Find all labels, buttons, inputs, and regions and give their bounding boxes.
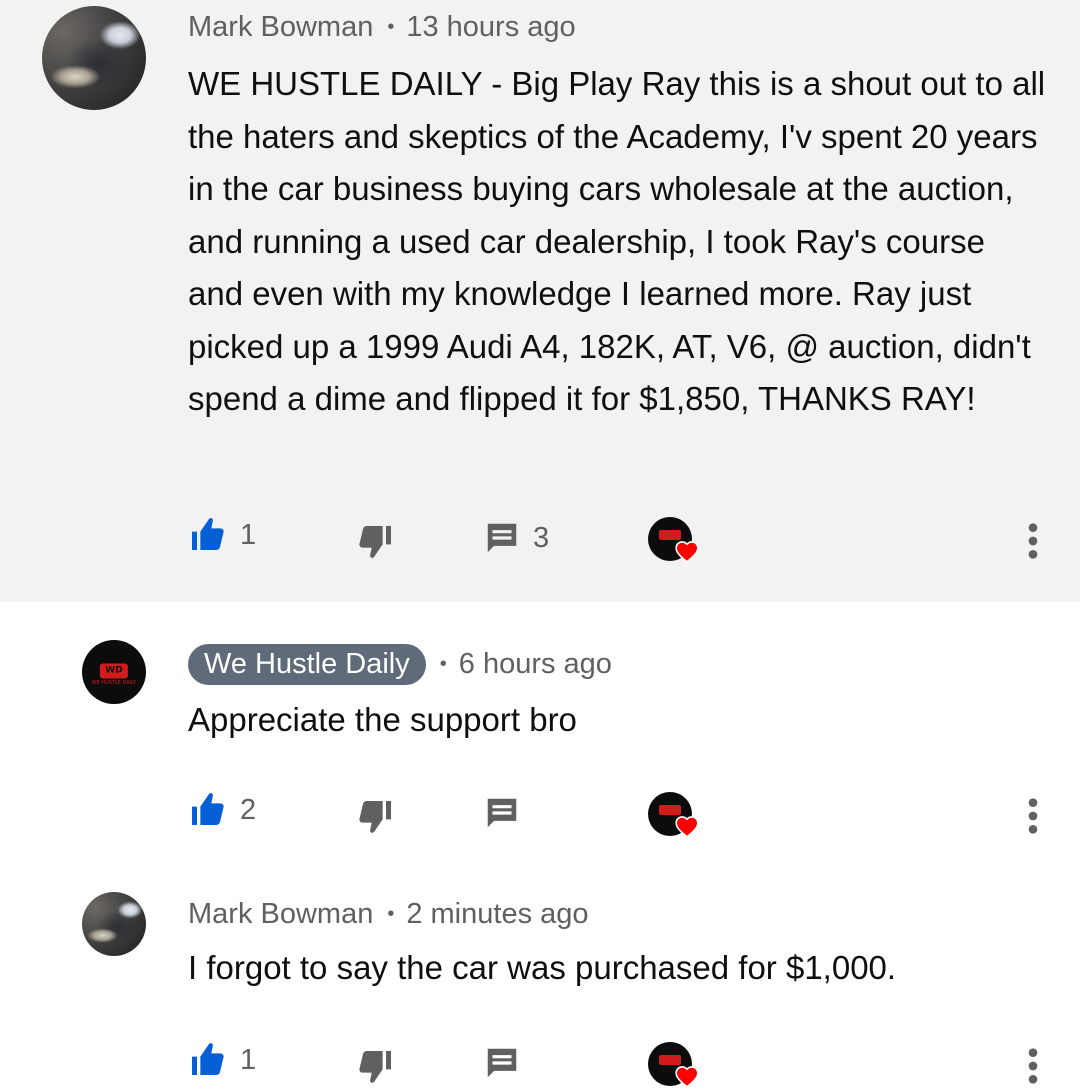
comment-time[interactable]: 13 hours ago <box>406 11 575 44</box>
user-avatar[interactable] <box>82 892 146 956</box>
comment-actions: 1 3 <box>0 515 1080 565</box>
comment-header: Mark Bowman • 2 minutes ago <box>188 896 589 932</box>
channel-avatar[interactable]: WD WE HUSTLE DAILY <box>82 640 146 704</box>
more-options-button[interactable] <box>1020 1046 1046 1086</box>
creator-heart[interactable] <box>648 1042 699 1088</box>
reply-count: 3 <box>533 521 550 554</box>
comment-icon <box>487 798 517 828</box>
heart-icon <box>675 541 699 563</box>
comment-time[interactable]: 6 hours ago <box>459 648 612 681</box>
creator-heart-avatar <box>648 792 699 838</box>
creator-name-chip[interactable]: We Hustle Daily <box>188 643 426 685</box>
comment-icon <box>487 1048 517 1078</box>
reply-button[interactable]: 3 <box>483 519 549 557</box>
heart-icon <box>675 816 699 838</box>
heart-icon <box>675 1066 699 1088</box>
like-button[interactable]: 1 <box>186 515 256 555</box>
dislike-button[interactable] <box>355 521 397 561</box>
comment-actions: 1 <box>0 1040 1080 1090</box>
author-name[interactable]: Mark Bowman <box>188 11 373 44</box>
logo-text: WE HUSTLE DAILY <box>91 679 137 686</box>
comment-reply: Mark Bowman • 2 minutes ago I forgot to … <box>0 870 1080 1088</box>
comment-text: I forgot to say the car was purchased fo… <box>188 949 897 986</box>
like-button[interactable]: 2 <box>186 790 256 830</box>
thumbs-down-icon <box>359 801 391 833</box>
comment-time[interactable]: 2 minutes ago <box>406 898 588 931</box>
thumbs-down-icon <box>359 1051 391 1083</box>
reply-button[interactable] <box>483 1044 521 1082</box>
comment-thread-top: Mark Bowman • 13 hours ago WE HUSTLE DAI… <box>0 0 1080 602</box>
more-options-button[interactable] <box>1020 521 1046 561</box>
creator-heart[interactable] <box>648 517 699 563</box>
comment-reply: WD WE HUSTLE DAILY We Hustle Daily • 6 h… <box>0 602 1080 870</box>
creator-heart-avatar <box>648 1042 699 1088</box>
like-button[interactable]: 1 <box>186 1040 256 1080</box>
comment-text: Appreciate the support bro <box>188 701 577 738</box>
more-vert-icon <box>1028 1048 1038 1084</box>
reply-button[interactable] <box>483 794 521 832</box>
more-vert-icon <box>1028 523 1038 559</box>
comment-header: We Hustle Daily • 6 hours ago <box>188 642 612 686</box>
user-avatar[interactable] <box>42 6 146 110</box>
dislike-button[interactable] <box>355 796 397 836</box>
comment-icon <box>487 523 517 553</box>
creator-heart[interactable] <box>648 792 699 838</box>
more-vert-icon <box>1028 798 1038 834</box>
author-name[interactable]: Mark Bowman <box>188 898 373 931</box>
thumbs-up-icon <box>192 1043 224 1075</box>
comment-text: WE HUSTLE DAILY - Big Play Ray this is a… <box>188 65 1046 417</box>
channel-logo-icon: WD <box>99 663 129 679</box>
thumbs-up-icon <box>192 518 224 550</box>
dislike-button[interactable] <box>355 1046 397 1086</box>
like-count: 2 <box>240 793 257 826</box>
separator-dot: • <box>387 902 395 925</box>
separator-dot: • <box>387 15 395 38</box>
thumbs-up-icon <box>192 793 224 825</box>
more-options-button[interactable] <box>1020 796 1046 836</box>
creator-heart-avatar <box>648 517 699 563</box>
like-count: 1 <box>240 1043 257 1076</box>
comment-actions: 2 <box>0 790 1080 840</box>
separator-dot: • <box>439 652 447 675</box>
comment-header: Mark Bowman • 13 hours ago <box>188 8 576 46</box>
like-count: 1 <box>240 518 257 551</box>
thumbs-down-icon <box>359 526 391 558</box>
